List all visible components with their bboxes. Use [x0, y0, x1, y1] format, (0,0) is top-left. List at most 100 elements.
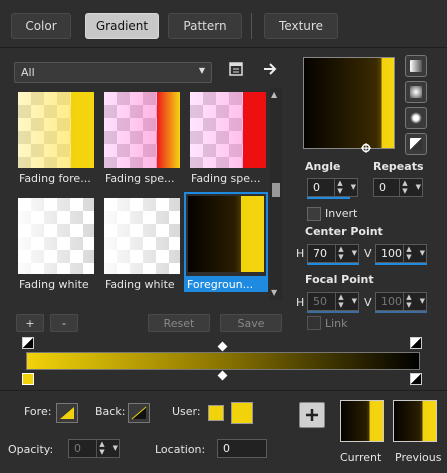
- scroll-thumb[interactable]: [272, 183, 280, 197]
- center-v-input[interactable]: 100 ▲ ▼ ▼: [375, 244, 427, 263]
- link-label: Link: [325, 317, 348, 330]
- opacity-input[interactable]: 0 ▲ ▼ ▼: [68, 439, 120, 458]
- gradient-swatch-grid: Fading fore... Fading spe... Fading spe.…: [14, 88, 284, 300]
- previous-label: Previous: [395, 451, 442, 464]
- spin-arrows-icon[interactable]: ▲ ▼: [335, 245, 346, 262]
- invert-label: Invert: [325, 207, 358, 220]
- opacity-stop-left[interactable]: [22, 337, 34, 349]
- linear-style-button[interactable]: [405, 55, 427, 77]
- gradient-bar[interactable]: [26, 352, 420, 370]
- arrow-right-icon[interactable]: [262, 61, 278, 77]
- chevron-down-icon[interactable]: ▼: [420, 249, 425, 257]
- chevron-down-icon[interactable]: ▼: [351, 183, 356, 191]
- color-stop-right[interactable]: [410, 373, 422, 385]
- angle-value: 0: [313, 181, 320, 194]
- chevron-down-icon[interactable]: ▼: [113, 444, 118, 452]
- fore-color-button[interactable]: [56, 403, 78, 423]
- swatch-foreground-background[interactable]: [184, 192, 268, 278]
- chevron-down-icon[interactable]: ▼: [352, 297, 357, 305]
- chevron-down-icon[interactable]: ▼: [420, 297, 425, 305]
- swatch-fading-white-2[interactable]: [100, 194, 184, 278]
- spin-arrows-icon[interactable]: ▲ ▼: [403, 293, 414, 310]
- center-h-label: H: [296, 247, 305, 260]
- swatch-preview: [188, 196, 264, 272]
- back-color-button[interactable]: [128, 403, 150, 423]
- swatch-label-selected: Foregroun...: [184, 278, 268, 292]
- focal-h-slider[interactable]: [307, 311, 359, 313]
- swatch-label: Fading white: [19, 278, 89, 291]
- gradient-preview[interactable]: [303, 57, 395, 149]
- focal-h-value: 50: [313, 295, 327, 308]
- location-input[interactable]: 0: [217, 439, 267, 458]
- repeats-input[interactable]: 0 ▲ ▼ ▼: [373, 178, 423, 197]
- swatch-fading-white-1[interactable]: [14, 194, 98, 278]
- save-button[interactable]: Save: [220, 314, 282, 332]
- focal-h-input[interactable]: 50 ▲ ▼ ▼: [307, 292, 359, 311]
- color-midpoint[interactable]: [217, 370, 228, 381]
- rectangular-style-button[interactable]: [405, 133, 427, 155]
- swatch-fading-foreground[interactable]: [14, 88, 98, 172]
- swatch-scrollbar[interactable]: ▲ ▼: [270, 88, 282, 300]
- repeats-spin-arrows-icon[interactable]: ▲ ▼: [399, 179, 410, 196]
- swatch-preview: [18, 92, 94, 168]
- add-gradient-button[interactable]: +: [16, 314, 44, 332]
- link-checkbox[interactable]: [307, 316, 321, 330]
- swatch-fading-spectrum-1[interactable]: [100, 88, 184, 172]
- center-v-value: 100: [381, 247, 402, 260]
- color-stop-left[interactable]: [22, 373, 34, 385]
- fore-swatch-icon: [60, 407, 74, 419]
- focal-v-slider[interactable]: [375, 311, 427, 313]
- chevron-down-icon[interactable]: ▼: [352, 249, 357, 257]
- center-h-slider[interactable]: [307, 263, 359, 265]
- spin-arrows-icon[interactable]: ▲ ▼: [335, 293, 346, 310]
- focal-v-value: 100: [381, 295, 402, 308]
- open-file-icon[interactable]: [228, 61, 244, 77]
- radial-style-button[interactable]: [405, 81, 427, 103]
- current-gradient-swatch[interactable]: [340, 400, 384, 442]
- back-label: Back:: [95, 405, 126, 418]
- opacity-stop-right[interactable]: [410, 337, 422, 349]
- swatch-label: Fading fore...: [19, 172, 91, 185]
- spin-arrows-icon[interactable]: ▲ ▼: [96, 440, 107, 457]
- chevron-down-icon[interactable]: ▼: [416, 183, 421, 191]
- swatch-preview: [190, 92, 266, 168]
- focal-v-label: V: [364, 296, 372, 309]
- swatch-fading-spectrum-2[interactable]: [186, 88, 270, 172]
- tab-texture[interactable]: Texture: [264, 13, 338, 39]
- user-color-swatch-large[interactable]: [231, 402, 253, 424]
- bottom-divider: [0, 390, 447, 391]
- current-label: Current: [340, 451, 382, 464]
- scroll-up-icon[interactable]: ▲: [271, 90, 277, 99]
- add-swatch-button[interactable]: [299, 402, 325, 428]
- focal-v-input[interactable]: 100 ▲ ▼ ▼: [375, 292, 427, 311]
- opacity-midpoint[interactable]: [217, 341, 228, 352]
- center-point-label: Center Point: [305, 225, 383, 238]
- angle-spin-arrows-icon[interactable]: ▲ ▼: [334, 179, 345, 196]
- sunburst-style-button[interactable]: [405, 107, 427, 129]
- category-value: All: [21, 66, 35, 79]
- spin-arrows-icon[interactable]: ▲ ▼: [403, 245, 414, 262]
- tab-gradient[interactable]: Gradient: [85, 13, 159, 39]
- scroll-down-icon[interactable]: ▼: [271, 288, 277, 297]
- tab-pattern[interactable]: Pattern: [168, 13, 242, 39]
- angle-input[interactable]: 0 ▲ ▼ ▼: [307, 178, 358, 197]
- previous-gradient-swatch[interactable]: [393, 400, 437, 442]
- swatch-preview: [104, 198, 180, 274]
- center-h-input[interactable]: 70 ▲ ▼ ▼: [307, 244, 359, 263]
- opacity-value: 0: [74, 442, 81, 455]
- center-h-value: 70: [313, 247, 327, 260]
- focal-point-label: Focal Point: [305, 273, 374, 286]
- center-point-marker-icon[interactable]: [361, 143, 371, 153]
- reset-button[interactable]: Reset: [148, 314, 210, 332]
- user-color-swatch[interactable]: [208, 405, 224, 421]
- swatch-label: Fading spe...: [191, 172, 261, 185]
- angle-slider[interactable]: [307, 197, 350, 199]
- tab-color[interactable]: Color: [11, 13, 71, 39]
- category-dropdown[interactable]: All ▼: [14, 62, 212, 83]
- remove-gradient-button[interactable]: -: [50, 314, 78, 332]
- repeats-value: 0: [379, 181, 386, 194]
- swatch-preview: [18, 198, 94, 274]
- invert-checkbox[interactable]: [307, 207, 321, 221]
- center-v-slider[interactable]: [375, 263, 427, 265]
- user-label: User:: [172, 405, 201, 418]
